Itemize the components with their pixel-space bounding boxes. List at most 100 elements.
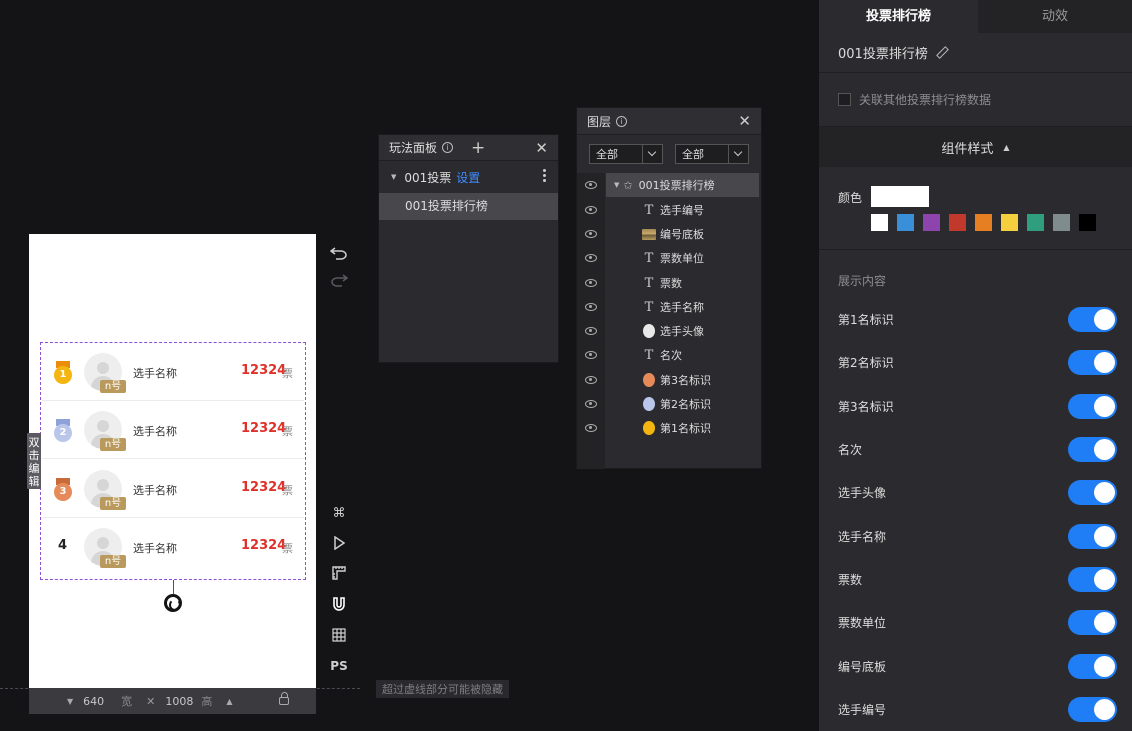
toggle-label: 编号底板	[838, 659, 887, 674]
layer-item[interactable]: T 名次	[577, 343, 761, 367]
tab-animation[interactable]: 动效	[978, 0, 1132, 33]
color-swatch[interactable]	[923, 214, 940, 231]
layer-item[interactable]: 第3名标识	[577, 368, 761, 392]
vote-count: 12324	[241, 363, 287, 378]
layer-item[interactable]: T 票数单位	[577, 246, 761, 270]
undo-icon[interactable]	[329, 243, 349, 263]
color-swatch[interactable]	[949, 214, 966, 231]
toggle-switch[interactable]	[1068, 350, 1117, 376]
caret-up-icon[interactable]: ▲	[226, 697, 232, 706]
more-icon[interactable]	[543, 169, 546, 184]
eye-icon[interactable]	[585, 230, 597, 238]
eye-icon[interactable]	[585, 181, 597, 189]
chevron-down-icon	[642, 145, 662, 163]
ranking-row[interactable]: 4 n号 选手名称 12324 票	[42, 518, 304, 576]
vote-unit: 票	[282, 542, 293, 555]
ps-import-button[interactable]: PS	[329, 656, 349, 676]
eye-icon[interactable]	[585, 351, 597, 359]
toggle-switch[interactable]	[1068, 610, 1117, 636]
toggle-switch[interactable]	[1068, 566, 1117, 592]
eye-icon[interactable]	[585, 254, 597, 262]
color-swatch[interactable]	[1001, 214, 1018, 231]
canvas-height-input[interactable]: 1008	[165, 695, 197, 708]
layer-item[interactable]: T 票数	[577, 271, 761, 295]
height-label: 高	[201, 695, 213, 708]
lock-icon[interactable]	[278, 692, 289, 705]
color-swatch[interactable]	[897, 214, 914, 231]
toggle-switch[interactable]	[1068, 696, 1117, 722]
eye-icon[interactable]	[585, 303, 597, 311]
play-item-ranking[interactable]: 001投票排行榜	[379, 193, 558, 220]
caret-down-icon[interactable]: ▼	[614, 181, 619, 189]
toggle-row: 票数单位	[819, 601, 1132, 644]
eye-icon[interactable]	[585, 424, 597, 432]
layer-item[interactable]: 选手头像	[577, 319, 761, 343]
tab-ranking[interactable]: 投票排行榜	[819, 0, 978, 33]
edit-pencil-icon[interactable]	[936, 47, 947, 58]
link-data-checkbox[interactable]	[838, 93, 851, 106]
layer-item[interactable]: 第1名标识	[577, 416, 761, 440]
rank-2-medal-icon: 2	[53, 419, 73, 442]
safe-area-hint: 超过虚线部分可能被隐藏	[376, 680, 509, 698]
rotate-handle-icon[interactable]	[164, 594, 182, 612]
eye-icon[interactable]	[585, 400, 597, 408]
toggle-switch[interactable]	[1068, 307, 1117, 333]
medal-1-icon	[643, 421, 655, 435]
vote-ranking-component[interactable]: 1 n号 选手名称 12324 票 2 n号 选手名称 12324 票 3 n号…	[40, 342, 306, 580]
swap-size-icon[interactable]: ✕	[146, 695, 155, 708]
ranking-row[interactable]: 2 n号 选手名称 12324 票	[42, 401, 304, 459]
close-icon[interactable]: ✕	[535, 139, 548, 157]
text-layer-icon: T	[644, 202, 654, 218]
avatar-layer-icon	[643, 324, 655, 338]
color-swatch[interactable]	[871, 214, 888, 231]
ranking-row[interactable]: 3 n号 选手名称 12324 票	[42, 460, 304, 518]
canvas-width-input[interactable]: 640	[83, 695, 117, 708]
play-group-settings-link[interactable]: 设置	[456, 169, 480, 186]
layers-title: 图层	[587, 114, 612, 129]
color-swatch[interactable]	[1053, 214, 1070, 231]
layer-type-filter[interactable]: 全部	[589, 144, 663, 164]
player-name: 选手名称	[133, 367, 177, 380]
toggle-switch[interactable]	[1068, 437, 1117, 463]
layer-item[interactable]: T 选手名称	[577, 295, 761, 319]
play-icon[interactable]	[329, 533, 349, 553]
link-data-row[interactable]: 关联其他投票排行榜数据	[819, 73, 1132, 127]
play-panel-header: 玩法面板 i + ✕	[379, 135, 558, 161]
grid-icon[interactable]	[329, 625, 349, 645]
redo-icon[interactable]	[329, 270, 349, 290]
add-icon[interactable]: +	[471, 138, 485, 158]
layer-item[interactable]: 第2名标识	[577, 392, 761, 416]
caret-down-icon[interactable]: ▼	[67, 697, 73, 706]
info-icon[interactable]: i	[616, 115, 628, 127]
toggle-switch[interactable]	[1068, 653, 1117, 679]
style-section-header[interactable]: 组件样式 ▲	[819, 127, 1132, 167]
vote-unit: 票	[282, 425, 293, 438]
double-click-edit-tab[interactable]: 双击编辑	[27, 433, 41, 489]
toggle-switch[interactable]	[1068, 480, 1117, 506]
ruler-icon[interactable]	[329, 563, 349, 583]
command-icon[interactable]: ⌘	[329, 503, 349, 523]
eye-icon[interactable]	[585, 376, 597, 384]
close-icon[interactable]: ✕	[738, 112, 751, 130]
layer-item[interactable]: 编号底板	[577, 222, 761, 246]
eye-icon[interactable]	[585, 327, 597, 335]
color-swatch[interactable]	[1027, 214, 1044, 231]
caret-down-icon[interactable]: ▼	[391, 173, 396, 181]
toggle-switch[interactable]	[1068, 523, 1117, 549]
layers-panel: 图层 i ✕ 全部 全部 ▼ ✩ 001投票排行榜 T 选手编号 编号底板 T 票数…	[576, 107, 762, 469]
magnet-icon[interactable]	[329, 594, 349, 614]
ranking-row[interactable]: 1 n号 选手名称 12324 票	[42, 343, 304, 401]
color-swatch[interactable]	[1079, 214, 1096, 231]
color-swatch[interactable]	[975, 214, 992, 231]
layer-item[interactable]: T 选手编号	[577, 198, 761, 222]
eye-icon[interactable]	[585, 279, 597, 287]
layer-group-ranking[interactable]: ▼ ✩ 001投票排行榜	[577, 173, 761, 197]
play-group[interactable]: ▼ 001投票 设置	[379, 161, 558, 193]
eye-icon[interactable]	[585, 206, 597, 214]
layer-state-filter[interactable]: 全部	[675, 144, 749, 164]
toggle-switch[interactable]	[1068, 393, 1117, 419]
current-color-swatch[interactable]	[871, 186, 929, 207]
toggle-row: 票数	[819, 558, 1132, 601]
info-icon[interactable]: i	[442, 142, 454, 153]
rank-number: 4	[58, 538, 68, 553]
